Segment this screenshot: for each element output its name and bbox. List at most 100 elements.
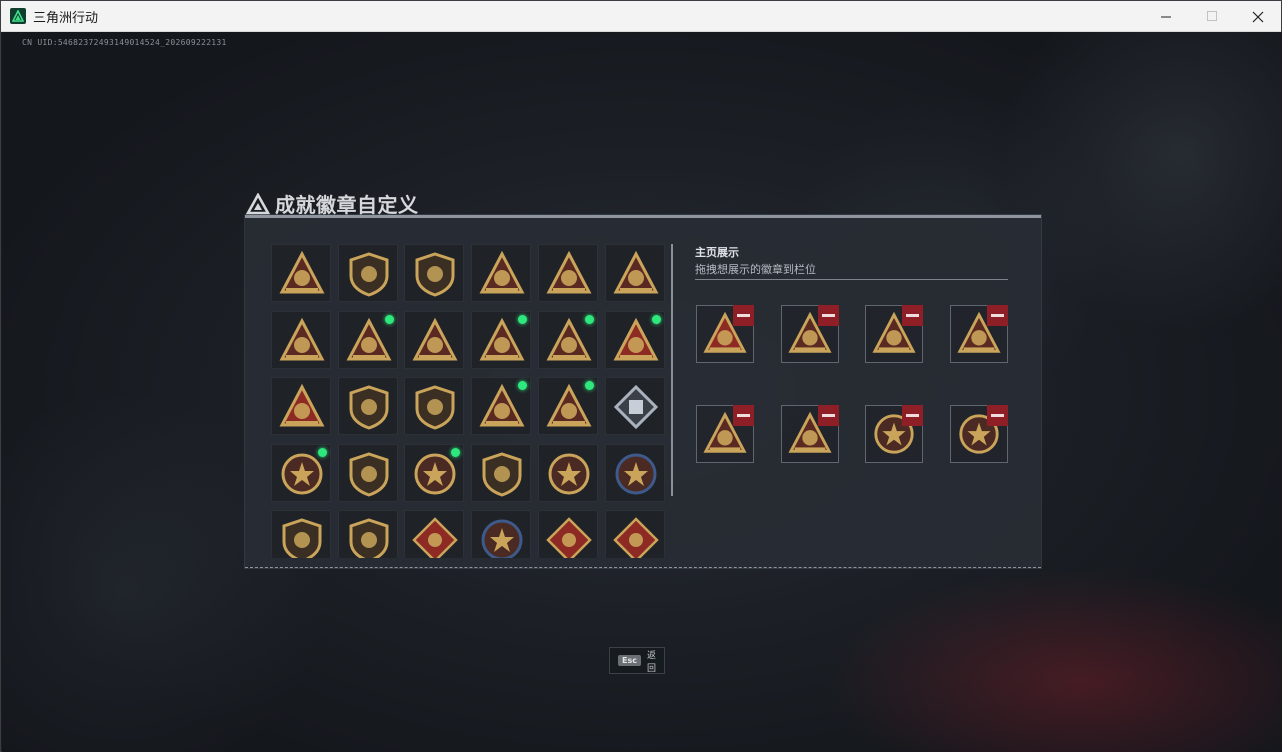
new-indicator-dot <box>584 314 594 324</box>
remove-badge-button[interactable] <box>817 305 839 326</box>
badge-cell[interactable] <box>537 443 598 502</box>
badge-cell[interactable] <box>404 377 465 435</box>
wolf-round-icon <box>481 519 523 558</box>
rifle-shield-icon <box>282 518 322 558</box>
minus-icon <box>737 414 750 417</box>
dragon-icon <box>546 517 592 558</box>
badge-cell[interactable] <box>337 244 398 302</box>
badge-cell[interactable] <box>471 443 532 502</box>
showcase-subtitle: 拖拽想展示的徽章到栏位 <box>695 263 816 276</box>
new-indicator-dot <box>651 314 661 324</box>
minus-icon <box>821 314 835 317</box>
badge-grid[interactable] <box>271 244 667 558</box>
badge-cell[interactable] <box>271 244 331 302</box>
new-indicator-dot <box>451 447 461 457</box>
back-button[interactable]: Esc 返回 <box>609 647 665 674</box>
badge-cell[interactable] <box>271 443 331 502</box>
helmet-icon <box>546 317 592 360</box>
remove-badge-button[interactable] <box>733 405 754 426</box>
badge-cell[interactable] <box>604 310 665 369</box>
showcase-slot[interactable] <box>950 405 1009 463</box>
badge-cell[interactable] <box>337 510 398 558</box>
lion-shield-icon <box>482 451 522 497</box>
envelope-icon <box>479 250 525 294</box>
minus-icon <box>906 314 920 317</box>
badge-cell[interactable] <box>337 310 398 369</box>
badge-cell[interactable] <box>471 510 532 558</box>
minus-icon <box>737 314 750 317</box>
badge-cell[interactable] <box>404 443 465 502</box>
gold-coins-icon <box>479 317 525 360</box>
showcase-slot[interactable] <box>950 305 1009 363</box>
remove-badge-button[interactable] <box>902 405 924 426</box>
maximize-icon <box>1206 11 1217 21</box>
wing-shield-icon <box>349 451 389 497</box>
app-logo-icon <box>10 8 26 24</box>
badge-cell[interactable] <box>404 510 465 558</box>
badge-cell[interactable] <box>604 510 665 558</box>
badge-cell[interactable] <box>337 443 398 502</box>
badge-cell[interactable] <box>537 310 598 369</box>
eagle-triangle-icon <box>479 383 525 427</box>
remove-badge-button[interactable] <box>902 305 924 326</box>
hammer-icon <box>612 517 659 558</box>
badge-cell[interactable] <box>604 377 665 435</box>
user-id-text: CN UID:546823724931490145­24_20260922213… <box>22 38 227 47</box>
badge-cell[interactable] <box>604 443 665 502</box>
number-2-icon <box>279 383 325 427</box>
backpack-icon <box>546 250 592 294</box>
helicopter-icon <box>349 252 389 297</box>
badge-cell[interactable] <box>271 510 331 558</box>
window-title: 三角洲行动 <box>33 10 99 26</box>
showcase-slot[interactable] <box>780 405 839 463</box>
back-label: 返回 <box>646 650 656 674</box>
remove-badge-button[interactable] <box>733 305 754 326</box>
badge-cell[interactable] <box>471 310 532 369</box>
badge-cell[interactable] <box>471 244 532 302</box>
badge-cell[interactable] <box>271 377 331 435</box>
badge-cell[interactable] <box>537 510 598 558</box>
new-indicator-dot <box>518 314 528 324</box>
showcase-slot[interactable] <box>780 305 839 363</box>
showcase-slot[interactable] <box>696 405 754 463</box>
soldiers-icon <box>546 383 592 427</box>
crest-icon <box>415 385 455 430</box>
minimize-button[interactable] <box>1143 1 1189 32</box>
number-56-icon <box>613 250 658 294</box>
title-bar[interactable]: 三角洲行动 <box>1 1 1281 32</box>
badge-cell[interactable] <box>337 377 398 435</box>
game-stage: CN UID:546823724931490145­24_20260922213… <box>2 32 1282 752</box>
number-1-icon <box>613 317 658 360</box>
showcase-title: 主页展示 <box>695 246 739 259</box>
badge-grid-scrollbar[interactable] <box>671 244 673 496</box>
new-indicator-dot <box>318 447 327 457</box>
badge-cell[interactable] <box>404 310 465 369</box>
badge-cell[interactable] <box>537 244 598 302</box>
fist-icon <box>349 385 389 430</box>
triangle-shield-icon <box>279 250 325 294</box>
esc-key-hint: Esc <box>618 655 641 666</box>
showcase-divider <box>695 279 1008 280</box>
showcase-slot[interactable] <box>865 305 924 363</box>
showcase-slot[interactable] <box>696 305 754 363</box>
minus-icon <box>906 414 920 417</box>
badge-cell[interactable] <box>404 244 465 302</box>
remove-badge-button[interactable] <box>987 305 1009 326</box>
badge-cell[interactable] <box>271 310 331 369</box>
badge-cell[interactable] <box>604 244 665 302</box>
close-button[interactable] <box>1235 1 1281 32</box>
badge-cell[interactable] <box>471 377 532 435</box>
maximize-button[interactable] <box>1189 1 1235 32</box>
delta-logo-icon <box>246 192 270 214</box>
page-heading: 成就徽章自定义 <box>246 189 419 218</box>
badge-cell[interactable] <box>537 377 598 435</box>
cabinet-icon <box>279 317 325 360</box>
number-58-icon <box>346 317 392 360</box>
new-indicator-dot <box>384 314 394 324</box>
showcase-slot[interactable] <box>865 405 924 463</box>
cross-arms-icon <box>412 517 459 558</box>
remove-badge-button[interactable] <box>817 405 839 426</box>
knife-shield-icon <box>349 518 389 558</box>
new-indicator-dot <box>584 381 594 390</box>
remove-badge-button[interactable] <box>987 405 1009 426</box>
